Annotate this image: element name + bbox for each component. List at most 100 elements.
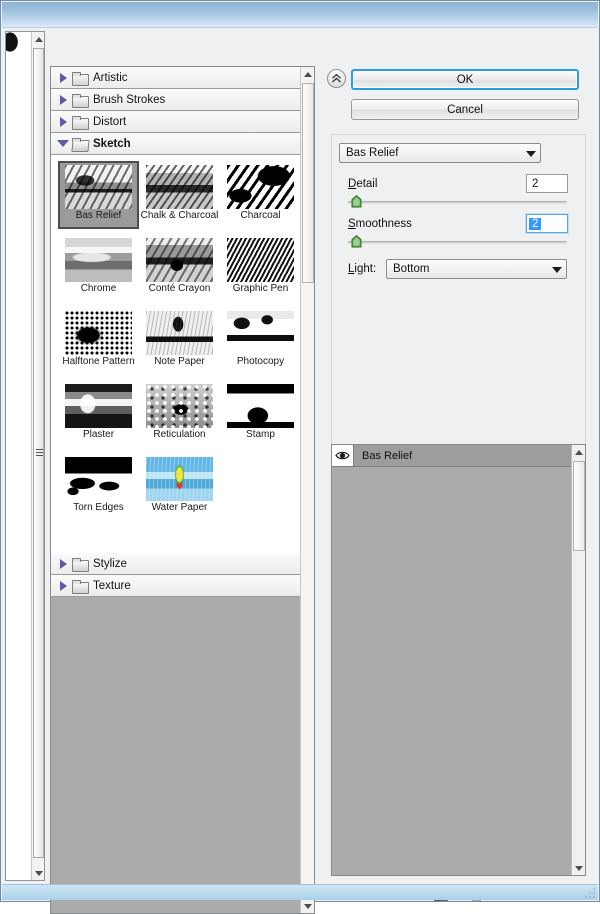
detail-slider-track[interactable]: [348, 201, 567, 204]
triangle-icon: [60, 73, 67, 83]
chevron-right-icon[interactable]: [57, 581, 69, 591]
layer-name-label: Bas Relief: [362, 450, 412, 462]
filter-name-dropdown-value: Bas Relief: [346, 147, 398, 159]
smoothness-input-value: 2: [529, 218, 541, 230]
filter-thumbnail-plaster[interactable]: Plaster: [58, 380, 139, 448]
layers-scroll-down-button[interactable]: [572, 861, 586, 875]
filter-thumbnail-image: [65, 384, 132, 428]
light-label-rest: ight:: [354, 263, 376, 275]
triangle-icon: [60, 559, 67, 569]
filter-thumbnail-label: Photocopy: [220, 356, 301, 367]
filter-category-texture[interactable]: Texture: [51, 575, 301, 597]
filter-thumbnail-label: Reticulation: [139, 429, 220, 440]
filter-thumbnail-image: [146, 384, 213, 428]
triangle-icon: [60, 95, 67, 105]
filter-category-artistic[interactable]: Artistic: [51, 67, 314, 89]
cancel-button[interactable]: Cancel: [351, 99, 579, 120]
preview-scroll-down-button[interactable]: [32, 866, 45, 880]
triangle-up-icon: [575, 450, 583, 455]
filter-thumbnail-label: Conté Crayon: [139, 283, 220, 294]
smoothness-slider-handle[interactable]: [351, 235, 362, 248]
chevron-down-icon[interactable]: [57, 140, 69, 147]
detail-slider-handle[interactable]: [351, 195, 362, 208]
detail-input[interactable]: 2: [526, 174, 568, 193]
collapse-panel-button[interactable]: [327, 69, 346, 88]
layers-scroll-up-button[interactable]: [572, 445, 586, 459]
filter-thumbnail-note-paper[interactable]: Note Paper: [139, 307, 220, 375]
filter-thumbnail-water-paper[interactable]: Water Paper: [139, 453, 220, 521]
cancel-button-label: Cancel: [447, 104, 483, 116]
dialog-content: Artistic Brush StrokesDistort Sketch Bas R…: [2, 28, 598, 886]
chevron-right-icon[interactable]: [57, 117, 69, 127]
chevron-right-icon[interactable]: [57, 95, 69, 105]
folder-icon: [72, 116, 87, 128]
folder-icon: [72, 558, 87, 570]
filter-thumbnail-image: [227, 238, 294, 282]
filter-thumbnail-label: Note Paper: [139, 356, 220, 367]
layer-row[interactable]: Bas Relief: [332, 445, 572, 467]
triangle-icon: [60, 581, 67, 591]
filter-thumbnail-label: Water Paper: [139, 502, 220, 513]
filter-preview-image: [6, 32, 32, 880]
filter-pane-filler: [51, 597, 301, 913]
triangle-icon: [57, 140, 69, 147]
image-preview-pane[interactable]: [5, 31, 45, 881]
folder-open-icon: [72, 138, 87, 150]
filter-thumbnail-chalk-charcoal[interactable]: Chalk & Charcoal: [139, 161, 220, 229]
filter-thumbnail-label: Graphic Pen: [220, 283, 301, 294]
filter-thumbnail-label: Halftone Pattern: [58, 356, 139, 367]
filter-category-label: Texture: [93, 580, 131, 592]
filter-scroll-down-button[interactable]: [301, 899, 315, 913]
filter-thumbnail-halftone-pattern[interactable]: Halftone Pattern: [58, 307, 139, 375]
filter-thumbnail-reticulation[interactable]: Reticulation: [139, 380, 220, 448]
filter-thumbnail-label: Charcoal: [220, 210, 301, 221]
chevron-right-icon[interactable]: [57, 559, 69, 569]
filter-thumbnail-image: [146, 165, 213, 209]
filter-tree-top: Artistic Brush StrokesDistort Sketch: [51, 67, 314, 155]
triangle-icon: [60, 117, 67, 127]
preview-scrollbar-thumb[interactable]: [33, 48, 44, 858]
chevron-down-icon: [552, 267, 562, 273]
triangle-down-icon: [304, 904, 312, 909]
filter-category-label: Sketch: [93, 138, 131, 150]
filter-thumbnail-label: Bas Relief: [60, 210, 137, 221]
filter-thumbnail-charcoal[interactable]: Charcoal: [220, 161, 301, 229]
filter-category-distort[interactable]: Distort: [51, 111, 314, 133]
layers-vertical-scrollbar[interactable]: [571, 445, 585, 875]
layer-visibility-toggle[interactable]: [332, 445, 354, 466]
filter-thumbnail-stamp[interactable]: Stamp: [220, 380, 301, 448]
filter-category-brush-strokes[interactable]: Brush Strokes: [51, 89, 314, 111]
smoothness-input[interactable]: 2: [526, 214, 568, 233]
folder-icon: [72, 580, 87, 592]
filter-category-label: Artistic: [93, 72, 128, 84]
smoothness-label-rest: moothness: [356, 218, 412, 230]
filter-list-vertical-scrollbar[interactable]: [300, 67, 314, 913]
ok-button[interactable]: OK: [351, 69, 579, 90]
double-chevron-up-icon: [331, 73, 342, 84]
smoothness-slider-track[interactable]: [348, 241, 567, 244]
preview-vertical-scrollbar[interactable]: [31, 32, 44, 880]
folder-icon: [72, 72, 87, 84]
filter-thumbnail-image: [65, 238, 132, 282]
filter-category-sketch[interactable]: Sketch: [51, 133, 314, 155]
layers-scrollbar-thumb[interactable]: [573, 461, 585, 551]
filter-thumbnail-label: Stamp: [220, 429, 301, 440]
chevron-right-icon[interactable]: [57, 73, 69, 83]
filter-scroll-up-button[interactable]: [301, 67, 315, 81]
filter-thumbnail-photocopy[interactable]: Photocopy: [220, 307, 301, 375]
light-label: Light:: [348, 263, 376, 275]
detail-label-rest: etail: [356, 178, 377, 190]
filter-thumbnail-cont-crayon[interactable]: Conté Crayon: [139, 234, 220, 302]
light-direction-dropdown[interactable]: Bottom: [386, 259, 567, 279]
filter-category-stylize[interactable]: Stylize: [51, 553, 301, 575]
filter-thumbnail-image: [146, 311, 213, 355]
filter-thumbnail-bas-relief[interactable]: Bas Relief: [58, 161, 139, 229]
filter-thumbnail-torn-edges[interactable]: Torn Edges: [58, 453, 139, 521]
filter-thumbnail-chrome[interactable]: Chrome: [58, 234, 139, 302]
preview-scroll-up-button[interactable]: [32, 32, 45, 46]
resize-grip-icon[interactable]: [582, 885, 596, 899]
filter-thumbnail-graphic-pen[interactable]: Graphic Pen: [220, 234, 301, 302]
filter-name-dropdown[interactable]: Bas Relief: [339, 143, 541, 163]
light-direction-value: Bottom: [393, 263, 429, 275]
filter-scrollbar-thumb[interactable]: [302, 83, 314, 283]
